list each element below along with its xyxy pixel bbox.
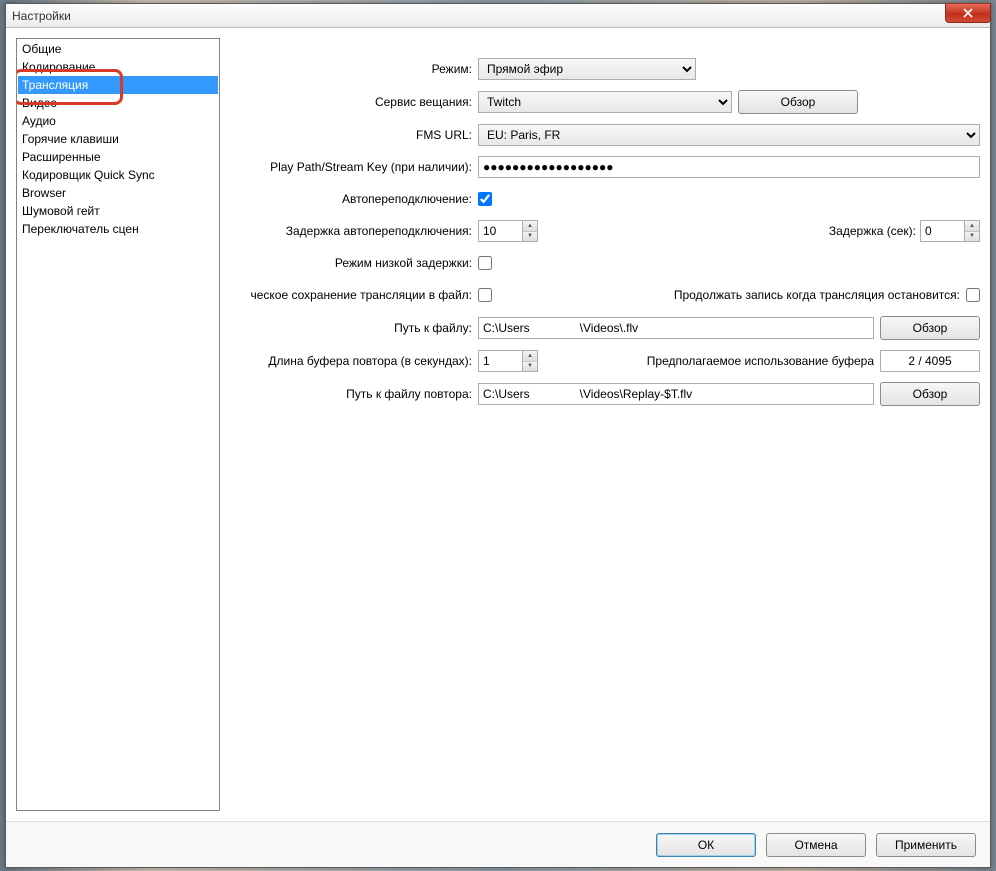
sidebar-item-encoding[interactable]: Кодирование [18,58,218,76]
chevron-up-icon[interactable]: ▲ [523,351,537,362]
sidebar-item-quicksync[interactable]: Кодировщик Quick Sync [18,166,218,184]
close-icon [963,8,973,18]
chevron-down-icon[interactable]: ▼ [523,232,537,242]
sidebar-item-video[interactable]: Видео [18,94,218,112]
buffer-len-input[interactable] [478,350,522,372]
save-to-file-checkbox[interactable] [478,288,492,302]
sidebar-item-noisegate[interactable]: Шумовой гейт [18,202,218,220]
save-to-file-label: ческое сохранение трансляции в файл: [230,288,478,302]
delay-sec-spinner[interactable]: ▲▼ [920,220,980,242]
file-path-browse-button[interactable]: Обзор [880,316,980,340]
autoreconnect-checkbox[interactable] [478,192,492,206]
reconnect-delay-label: Задержка автопереподключения: [230,224,478,238]
cancel-button[interactable]: Отмена [766,833,866,857]
replay-path-label: Путь к файлу повтора: [230,387,478,401]
spinner-buttons[interactable]: ▲▼ [522,350,538,372]
replay-path-input[interactable] [478,383,874,405]
sidebar-item-audio[interactable]: Аудио [18,112,218,130]
streamkey-label: Play Path/Stream Key (при наличии): [230,160,478,174]
low-latency-label: Режим низкой задержки: [230,256,478,270]
dialog-body: Общие Кодирование Трансляция Видео Аудио… [6,28,990,821]
continue-record-checkbox[interactable] [966,288,980,302]
dialog-footer: ОК Отмена Применить [6,821,990,867]
titlebar: Настройки [6,4,990,28]
chevron-down-icon[interactable]: ▼ [523,362,537,372]
sidebar-item-broadcast[interactable]: Трансляция [18,76,218,94]
continue-record-label: Продолжать запись когда трансляция остан… [674,288,960,302]
delay-sec-input[interactable] [920,220,964,242]
replay-path-browse-button[interactable]: Обзор [880,382,980,406]
fms-select[interactable]: EU: Paris, FR [478,124,980,146]
close-button[interactable] [945,3,991,23]
low-latency-checkbox[interactable] [478,256,492,270]
buffer-est-label: Предполагаемое использование буфера [647,354,874,368]
sidebar: Общие Кодирование Трансляция Видео Аудио… [16,38,220,811]
spinner-buttons[interactable]: ▲▼ [964,220,980,242]
window-title: Настройки [12,9,71,23]
fms-label: FMS URL: [230,128,478,142]
sidebar-item-sceneswitcher[interactable]: Переключатель сцен [18,220,218,238]
sidebar-item-advanced[interactable]: Расширенные [18,148,218,166]
spinner-buttons[interactable]: ▲▼ [522,220,538,242]
service-label: Сервис вещания: [230,95,478,109]
service-browse-button[interactable]: Обзор [738,90,858,114]
ok-button[interactable]: ОК [656,833,756,857]
delay-sec-label: Задержка (сек): [829,224,916,238]
sidebar-item-browser[interactable]: Browser [18,184,218,202]
service-select[interactable]: Twitch [478,91,732,113]
chevron-up-icon[interactable]: ▲ [965,221,979,232]
buffer-len-spinner[interactable]: ▲▼ [478,350,538,372]
autoreconnect-label: Автопереподключение: [230,192,478,206]
mode-select[interactable]: Прямой эфир [478,58,696,80]
file-path-input[interactable] [478,317,874,339]
chevron-down-icon[interactable]: ▼ [965,232,979,242]
settings-window: Настройки Общие Кодирование Трансляция В… [5,3,991,868]
file-path-label: Путь к файлу: [230,321,478,335]
sidebar-item-hotkeys[interactable]: Горячие клавиши [18,130,218,148]
apply-button[interactable]: Применить [876,833,976,857]
reconnect-delay-spinner[interactable]: ▲▼ [478,220,538,242]
buffer-est-value: 2 / 4095 [880,350,980,372]
chevron-up-icon[interactable]: ▲ [523,221,537,232]
streamkey-input[interactable] [478,156,980,178]
sidebar-item-general[interactable]: Общие [18,40,218,58]
form-area: Режим: Прямой эфир Сервис вещания: Twitc… [230,38,980,811]
buffer-len-label: Длина буфера повтора (в секундах): [230,354,478,368]
reconnect-delay-input[interactable] [478,220,522,242]
mode-label: Режим: [230,62,478,76]
